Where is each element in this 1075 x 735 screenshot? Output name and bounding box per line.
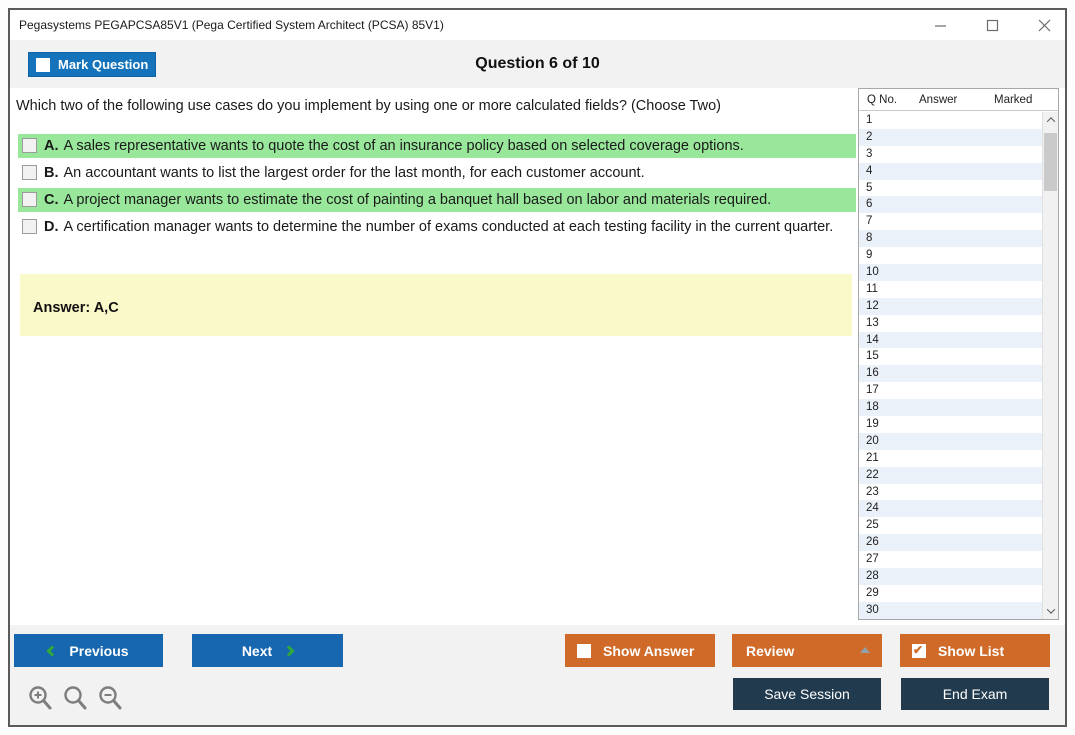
question-counter: Question 6 of 10 (475, 55, 600, 72)
question-row[interactable]: 14 (859, 331, 1042, 349)
answer-text: Answer: A,C (33, 300, 119, 316)
option-row[interactable]: D. A certification manager wants to deter… (18, 215, 856, 239)
question-row[interactable]: 26 (859, 534, 1042, 552)
question-row[interactable]: 27 (859, 551, 1042, 568)
option-row[interactable]: B. An accountant wants to list the larges… (18, 161, 856, 185)
question-row[interactable]: 20 (859, 432, 1042, 450)
question-row[interactable]: 18 (859, 399, 1042, 417)
show-list-checkbox[interactable] (912, 643, 926, 658)
previous-button[interactable]: Previous (14, 634, 163, 667)
question-list-header: Q No. Answer Marked (859, 89, 1058, 111)
zoom-reset-icon[interactable] (63, 685, 89, 712)
option-checkbox[interactable] (22, 138, 37, 153)
end-exam-button[interactable]: End Exam (901, 678, 1049, 710)
question-row[interactable]: 17 (859, 382, 1042, 399)
show-list-button[interactable]: Show List (900, 634, 1050, 667)
question-row[interactable]: 15 (859, 348, 1042, 365)
question-row[interactable]: 5 (859, 180, 1042, 197)
question-row[interactable]: 10 (859, 264, 1042, 281)
save-session-button[interactable]: Save Session (733, 678, 881, 710)
col-header-marked: Marked (994, 93, 1033, 106)
show-answer-checkbox[interactable] (577, 643, 591, 658)
question-row[interactable]: 3 (859, 146, 1042, 163)
mark-question-label: Mark Question (58, 57, 149, 72)
answer-box: Answer: A,C (20, 274, 852, 336)
review-label: Review (746, 642, 795, 659)
show-list-label: Show List (938, 642, 1005, 659)
question-text: Which two of the following use cases do … (16, 98, 721, 114)
question-row[interactable]: 28 (859, 568, 1042, 585)
col-header-answer: Answer (919, 93, 958, 106)
end-exam-label: End Exam (942, 686, 1008, 702)
title-bar: Pegasystems PEGAPCSA85V1 (Pega Certified… (10, 10, 1065, 40)
scroll-up-icon[interactable] (1043, 112, 1058, 128)
zoom-toolbar (28, 685, 124, 712)
previous-label: Previous (69, 642, 129, 659)
option-row[interactable]: C. A project manager wants to estimate th… (18, 188, 856, 212)
question-row[interactable]: 16 (859, 365, 1042, 383)
question-row[interactable]: 22 (859, 466, 1042, 484)
triangle-up-icon (860, 647, 870, 653)
review-button[interactable]: Review (732, 634, 882, 667)
question-row[interactable]: 8 (859, 230, 1042, 248)
question-rows: 1 2 3 4 5 6 7 8 9 10 11 12 13 14 15 16 1… (859, 112, 1042, 619)
question-row[interactable]: 6 (859, 196, 1042, 214)
question-row[interactable]: 29 (859, 585, 1042, 602)
mark-question-button[interactable]: Mark Question (28, 52, 156, 77)
option-checkbox[interactable] (22, 219, 37, 234)
question-row[interactable]: 30 (859, 601, 1042, 619)
exam-window: Pegasystems PEGAPCSA85V1 (Pega Certified… (8, 8, 1067, 727)
question-row[interactable]: 19 (859, 416, 1042, 433)
window-controls (933, 10, 1051, 40)
option-text: A. A sales representative wants to quote … (44, 138, 744, 154)
question-row[interactable]: 2 (859, 128, 1042, 146)
option-text: D. A certification manager wants to deter… (44, 219, 834, 235)
question-row[interactable]: 11 (859, 281, 1042, 298)
show-answer-label: Show Answer (603, 642, 695, 659)
question-row[interactable]: 13 (859, 315, 1042, 332)
footer-bar: Previous Next Show Answer Review Show Li… (10, 625, 1065, 725)
mark-question-checkbox[interactable] (36, 57, 50, 72)
scroll-down-icon[interactable] (1043, 603, 1058, 619)
next-label: Next (241, 642, 273, 659)
options-list: A. A sales representative wants to quote … (18, 134, 856, 242)
question-list-panel: Q No. Answer Marked 1 2 3 4 5 6 7 8 9 10… (858, 88, 1059, 620)
question-row[interactable]: 21 (859, 450, 1042, 467)
col-header-qno: Q No. (867, 93, 898, 106)
scrollbar-thumb[interactable] (1044, 133, 1057, 191)
maximize-icon[interactable] (985, 18, 999, 32)
header-strip: Question 6 of 10 Mark Question (10, 40, 1065, 88)
option-checkbox[interactable] (22, 192, 37, 207)
save-session-label: Save Session (764, 686, 850, 702)
question-row[interactable]: 4 (859, 162, 1042, 180)
question-list-scrollbar[interactable] (1042, 112, 1058, 619)
question-row[interactable]: 9 (859, 247, 1042, 264)
question-row[interactable]: 25 (859, 517, 1042, 534)
show-answer-button[interactable]: Show Answer (565, 634, 715, 667)
zoom-out-icon[interactable] (98, 685, 124, 712)
option-text: B. An accountant wants to list the larges… (44, 165, 645, 181)
option-text: C. A project manager wants to estimate th… (44, 192, 772, 208)
chevron-right-icon (283, 644, 295, 657)
option-checkbox[interactable] (22, 165, 37, 180)
window-title: Pegasystems PEGAPCSA85V1 (Pega Certified… (19, 18, 444, 32)
question-row[interactable]: 23 (859, 484, 1042, 501)
question-row[interactable]: 1 (859, 112, 1042, 129)
question-row[interactable]: 24 (859, 500, 1042, 518)
chevron-left-icon (46, 644, 59, 657)
question-row[interactable]: 7 (859, 213, 1042, 230)
option-row[interactable]: A. A sales representative wants to quote … (18, 134, 856, 158)
minimize-icon[interactable] (933, 18, 947, 32)
zoom-in-icon[interactable] (28, 685, 54, 712)
close-icon[interactable] (1037, 18, 1051, 32)
question-row[interactable]: 12 (859, 297, 1042, 315)
next-button[interactable]: Next (192, 634, 343, 667)
